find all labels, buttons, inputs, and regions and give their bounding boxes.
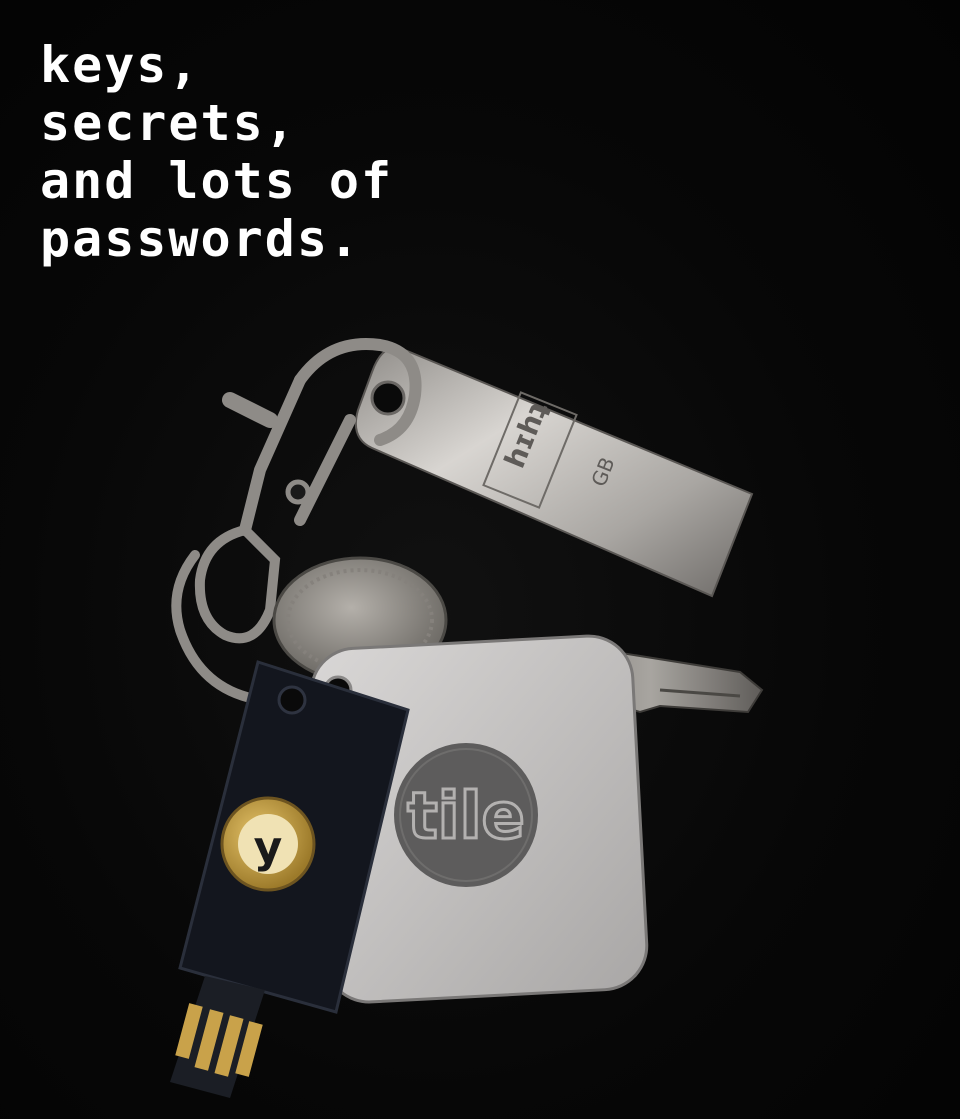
caption-line-1: keys, [40,36,201,94]
caption-line-4: passwords. [40,210,362,268]
caption-line-3: and lots of [40,152,394,210]
caption-text: keys, secrets, and lots of passwords. [40,36,393,268]
caption-line-2: secrets, [40,94,297,152]
yubikey-logo-text: y [254,822,283,873]
tile-logo-text: tile [407,780,525,854]
